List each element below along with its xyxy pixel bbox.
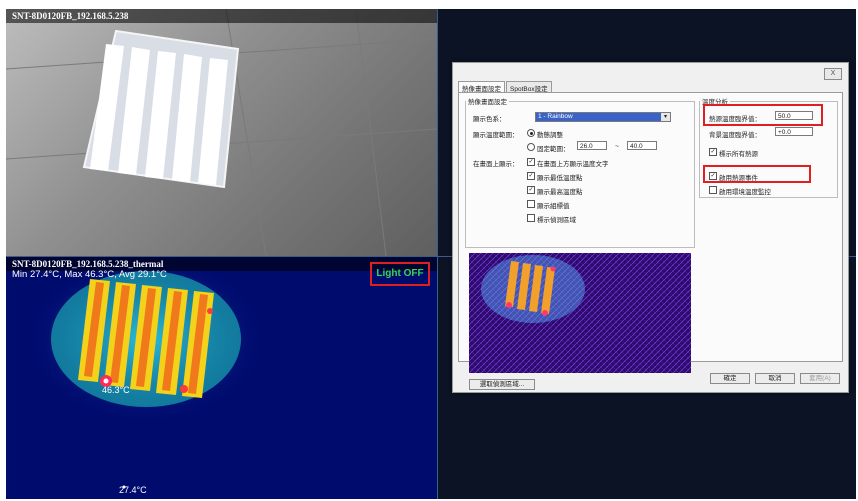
grid-divider-vertical: [437, 9, 438, 499]
overlay-option-label: 在畫面上方顯示溫度文字: [537, 161, 609, 168]
ok-button[interactable]: 確定: [710, 373, 750, 384]
auto-range-radio[interactable]: [527, 129, 535, 137]
light-status-badge: Light OFF: [370, 262, 430, 286]
preview-image: [469, 253, 691, 373]
cancel-button[interactable]: 取消: [755, 373, 795, 384]
auto-range-label: 動態調整: [537, 132, 563, 139]
show-min-point-label: 顯示最低溫度點: [537, 175, 583, 182]
highlight-heat-threshold: [703, 104, 823, 126]
camera-view[interactable]: SNT-8D0120FB_192.168.5.238: [6, 9, 437, 256]
select-area-button[interactable]: 選取偵測區域...: [469, 379, 535, 390]
show-group-value-checkbox[interactable]: [527, 200, 535, 208]
range-separator: ~: [615, 143, 619, 150]
camera-title: SNT-8D0120FB_192.168.5.238: [6, 9, 437, 23]
thermal-settings-dialog: X 熱像畫面設定 SpotBox設定 熱像畫面設定 顯示色系： 1 - Rain…: [452, 62, 849, 393]
highlight-heat-event: [703, 165, 811, 183]
tab-panel: 熱像畫面設定 顯示色系： 1 - Rainbow ▾ 顯示溫度範圍： 動態調整 …: [458, 92, 843, 390]
min-temp-label: 27.4°C: [119, 485, 147, 495]
show-min-point-checkbox[interactable]: ✓: [527, 172, 535, 180]
bg-threshold-field[interactable]: +0.0: [775, 127, 813, 136]
ceiling-image: [6, 9, 437, 256]
tab-thermal-display[interactable]: 熱像畫面設定: [458, 81, 505, 93]
palette-label: 顯示色系：: [473, 116, 506, 123]
tab-bar: 熱像畫面設定 SpotBox設定: [458, 81, 553, 93]
show-max-point-label: 顯示最高溫度點: [537, 189, 583, 196]
mark-all-label: 標示所有熱源: [719, 151, 758, 158]
display-settings-legend: 熱像畫面設定: [468, 99, 507, 106]
fixed-max-field[interactable]: 40.0: [627, 141, 657, 150]
fixed-range-radio[interactable]: [527, 143, 535, 151]
tab-spotbox[interactable]: SpotBox設定: [506, 81, 552, 93]
chevron-down-icon[interactable]: ▾: [661, 113, 670, 121]
thermal-preview[interactable]: [469, 253, 691, 373]
palette-value: 1 - Rainbow: [538, 113, 573, 120]
show-max-point-checkbox[interactable]: ✓: [527, 186, 535, 194]
thermal-stats: Min 27.4°C, Max 46.3°C, Avg 29.1°C: [12, 269, 167, 280]
env-monitor-checkbox[interactable]: [709, 186, 717, 194]
range-label: 顯示溫度範圍：: [473, 132, 519, 139]
overlay-option-checkbox[interactable]: ✓: [527, 158, 535, 166]
bg-threshold-label: 背景溫度臨界值：: [709, 132, 761, 139]
max-temp-label: 46.3°C: [102, 385, 130, 395]
close-button[interactable]: X: [824, 68, 842, 80]
env-monitor-label: 啟用環境溫度監控: [719, 189, 771, 196]
overlay-label: 在畫面上顯示：: [473, 161, 519, 168]
mark-all-checkbox[interactable]: ✓: [709, 148, 717, 156]
thermal-view[interactable]: SNT-8D0120FB_192.168.5.238_thermal Min 2…: [6, 257, 437, 499]
fixed-range-label: 固定範圍：: [537, 146, 570, 153]
fixed-min-field[interactable]: 26.0: [577, 141, 607, 150]
palette-select[interactable]: 1 - Rainbow ▾: [535, 112, 671, 122]
thermal-image: [26, 257, 266, 489]
show-group-value-label: 顯示組標值: [537, 203, 570, 210]
show-detect-area-label: 標示偵測區域: [537, 217, 576, 224]
show-detect-area-checkbox[interactable]: [527, 214, 535, 222]
apply-button[interactable]: 套用(A): [800, 373, 840, 384]
